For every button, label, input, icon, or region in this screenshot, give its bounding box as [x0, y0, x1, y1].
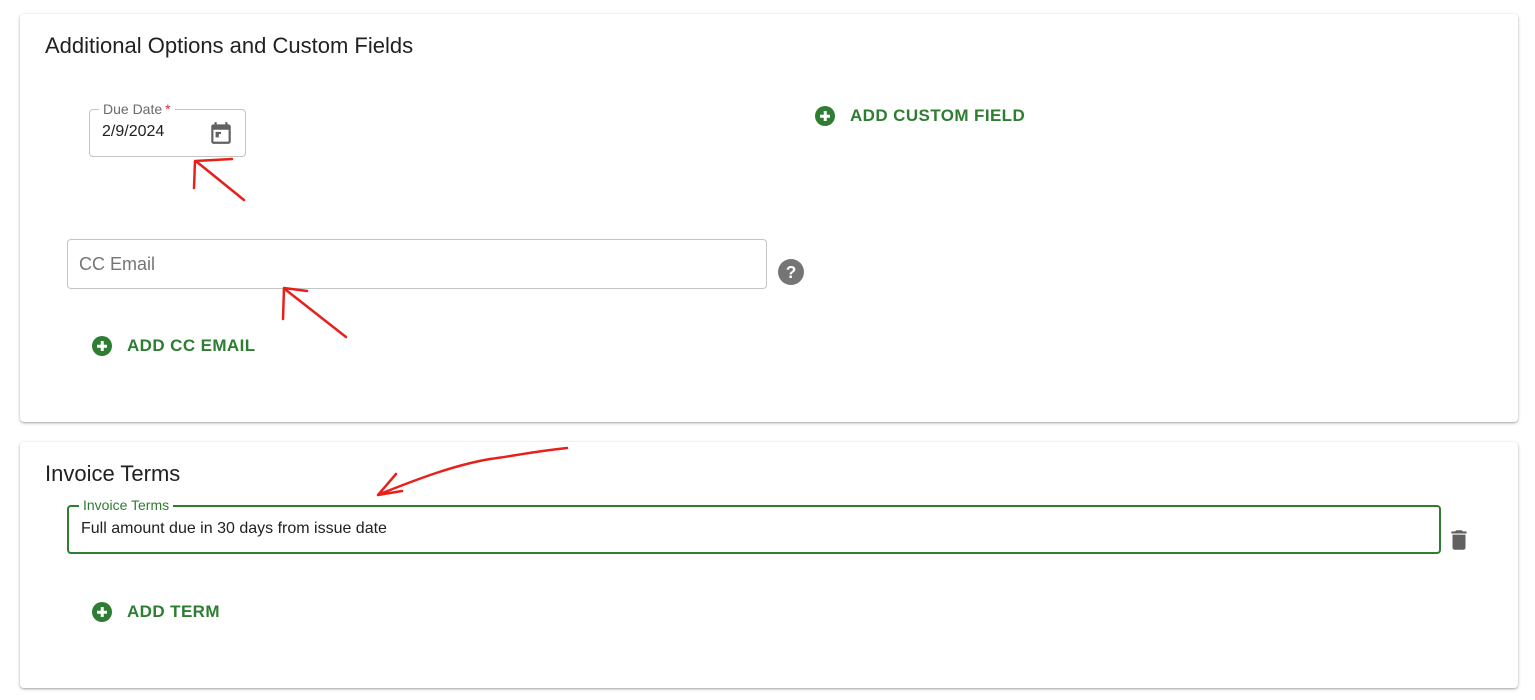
required-asterisk: * [165, 101, 171, 117]
due-date-field[interactable]: Due Date * 2/9/2024 [89, 101, 246, 157]
add-circle-icon [92, 336, 112, 356]
add-cc-email-button[interactable]: ADD CC EMAIL [92, 334, 256, 358]
add-circle-icon [92, 602, 112, 622]
add-term-button[interactable]: ADD TERM [92, 600, 220, 624]
add-circle-icon [815, 106, 835, 126]
svg-text:?: ? [786, 262, 797, 282]
additional-options-card: Additional Options and Custom Fields Due… [20, 14, 1518, 422]
terms-card-title: Invoice Terms [45, 461, 181, 486]
invoice-terms-field[interactable]: Invoice Terms Full amount due in 30 days… [67, 497, 1441, 554]
options-card-title: Additional Options and Custom Fields [45, 33, 414, 58]
help-circle-icon[interactable]: ? [778, 259, 804, 285]
invoice-terms-label: Invoice Terms [79, 497, 174, 513]
due-date-value[interactable]: 2/9/2024 [102, 123, 164, 141]
calendar-icon[interactable] [208, 120, 234, 146]
add-custom-field-label: ADD CUSTOM FIELD [850, 106, 1026, 125]
invoice-terms-card: Invoice Terms Invoice Terms Full amount … [20, 442, 1518, 688]
trash-icon[interactable] [1446, 527, 1472, 553]
due-date-label: Due Date * [99, 101, 175, 117]
cc-email-field[interactable]: CC Email [67, 239, 767, 289]
add-cc-email-label: ADD CC EMAIL [127, 336, 256, 355]
cc-email-placeholder: CC Email [79, 254, 156, 274]
add-custom-field-button[interactable]: ADD CUSTOM FIELD [815, 104, 1025, 128]
add-term-label: ADD TERM [127, 602, 220, 621]
invoice-terms-value[interactable]: Full amount due in 30 days from issue da… [81, 520, 387, 538]
